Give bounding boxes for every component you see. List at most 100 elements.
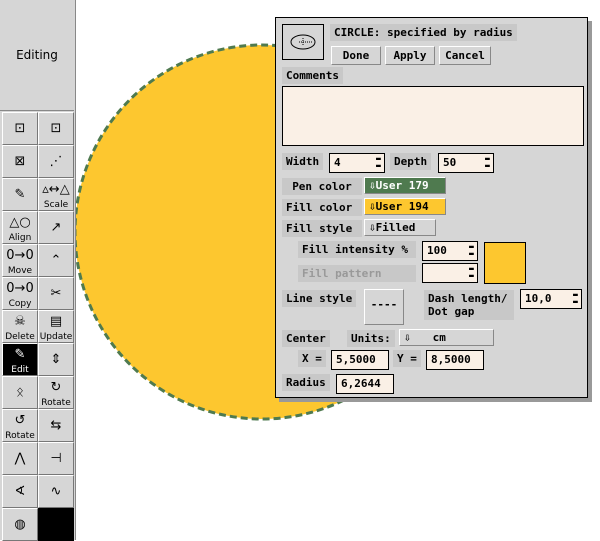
move-point-icon: ⌃ xyxy=(50,252,62,268)
tool-button-scale-icon[interactable]: ▵↔△ Scale xyxy=(38,178,74,211)
edit-circle-dialog: CIRCLE: specified by radius Done Apply C… xyxy=(275,17,588,398)
tool-button-align-icon[interactable]: △○ Align xyxy=(2,211,38,244)
tool-button-anglemeas-icon[interactable]: ∢ xyxy=(2,475,38,508)
cut-icon: ✂ xyxy=(50,285,62,301)
tool-button-broom-icon[interactable]: ✎ xyxy=(2,178,38,211)
units-value: cm xyxy=(432,331,446,344)
radius-input[interactable]: 6,2644 xyxy=(336,374,394,394)
scale-icon: ▵↔△ xyxy=(42,181,70,197)
center-x-input[interactable]: 5,5000 xyxy=(331,350,389,370)
tool-button-rotate-ccw-icon[interactable]: ↺ Rotate xyxy=(2,409,38,442)
cancel-button[interactable]: Cancel xyxy=(439,46,491,65)
line-style-label: Line style xyxy=(282,290,357,307)
tool-button-cut-icon[interactable]: ✂ xyxy=(38,277,74,310)
fill-pattern-input[interactable]: ▬ ▬ xyxy=(422,263,478,283)
down-arrow-icon: ⇩ xyxy=(369,200,376,213)
width-value: 4 xyxy=(334,156,341,169)
tool-button-scale-icon[interactable]: ⊠ xyxy=(2,145,38,178)
fill-style-value: Filled xyxy=(375,221,416,234)
copy-icon: 0→0 xyxy=(6,280,34,296)
dash-length-label: Dash length/Dot gap xyxy=(424,290,514,320)
tool-button-flip-icon[interactable]: ⇕ xyxy=(38,343,74,376)
rotate-ccw-icon: ↺ xyxy=(14,412,26,428)
x-label: X = xyxy=(298,350,326,367)
depth-input[interactable]: 50 ▬ ▬ xyxy=(438,153,494,173)
tool-label: Rotate xyxy=(5,431,35,441)
move-icon: 0→0 xyxy=(6,247,34,263)
down-arrow-icon: ⇩ xyxy=(369,221,376,234)
convert-icon: ⇆ xyxy=(50,417,62,433)
tool-button-areameas-icon[interactable]: ◍ xyxy=(2,508,38,541)
tool-label: Rotate xyxy=(41,398,71,408)
spinner-icon[interactable]: ▬ ▬ xyxy=(469,243,476,258)
tool-button-lenmeas-icon[interactable]: ∿ xyxy=(38,475,74,508)
depth-label: Depth xyxy=(390,153,432,170)
tool-label: Copy xyxy=(8,299,32,309)
tool-label: Align xyxy=(8,233,32,243)
tool-label: Move xyxy=(7,266,33,276)
select-group-icon: ⊡ xyxy=(14,120,26,136)
tool-button-empty xyxy=(38,508,74,541)
ungroup-icon: ⊡ xyxy=(50,120,62,136)
scale-icon: ⊠ xyxy=(14,153,26,169)
tool-label: Edit xyxy=(11,365,29,375)
comments-textarea[interactable] xyxy=(282,86,584,146)
fill-style-menu[interactable]: ⇩Filled xyxy=(364,219,436,236)
mode-panel: Editing ⊡ ⊡ ⊠ ⋰ ✎ ▵↔△ Scale △○ Align ↗ 0→0 Move ⌃ 0→0… xyxy=(0,0,76,541)
people-icon: ᛟ xyxy=(16,384,24,400)
dash-length-input[interactable]: 10,0 ▬ ▬ xyxy=(520,289,582,309)
flip-icon: ⇕ xyxy=(50,351,62,367)
tool-button-people-icon[interactable]: ᛟ xyxy=(2,376,38,409)
y-label: Y = xyxy=(393,350,421,367)
pen-color-menu[interactable]: ⇩User 179 xyxy=(364,177,446,194)
arrow-mode-icon: ⋀ xyxy=(14,450,26,466)
fill-intensity-value: 100 xyxy=(427,244,447,257)
point-move-icon: ⋰ xyxy=(49,153,63,169)
spinner-icon[interactable]: ▬ ▬ xyxy=(469,265,476,280)
units-label: Units: xyxy=(347,330,395,347)
dash-length-value: 10,0 xyxy=(525,292,552,305)
apply-button[interactable]: Apply xyxy=(385,46,435,65)
spinner-icon[interactable]: ▬ ▬ xyxy=(376,155,383,170)
pen-color-value: User 179 xyxy=(375,179,429,192)
tool-button-arrow-mode-icon[interactable]: ⋀ xyxy=(2,442,38,475)
tool-button-add-point-icon[interactable]: ↗ xyxy=(38,211,74,244)
tool-button-convert-icon[interactable]: ⇆ xyxy=(38,409,74,442)
tool-label: Update xyxy=(39,332,73,342)
tool-button-update-icon[interactable]: ▤ Update xyxy=(38,310,74,343)
tool-button-point-move-icon[interactable]: ⋰ xyxy=(38,145,74,178)
width-input[interactable]: 4 ▬ ▬ xyxy=(329,153,385,173)
dash-label-line1: Dash length/ xyxy=(428,292,508,305)
tool-button-move-point-icon[interactable]: ⌃ xyxy=(38,244,74,277)
units-menu[interactable]: ⇩ cm xyxy=(399,329,494,346)
fill-color-label: Fill color xyxy=(282,199,362,216)
spinner-icon[interactable]: ▬ ▬ xyxy=(485,155,492,170)
fill-color-menu[interactable]: ⇩User 194 xyxy=(364,198,446,215)
down-arrow-icon: ⇩ xyxy=(369,179,376,192)
done-button[interactable]: Done xyxy=(331,46,381,65)
tool-button-ungroup-icon[interactable]: ⊡ xyxy=(38,112,74,145)
center-label: Center xyxy=(282,330,330,347)
tool-button-edit-icon[interactable]: ✎ Edit xyxy=(2,343,38,376)
tool-button-select-group-icon[interactable]: ⊡ xyxy=(2,112,38,145)
down-arrow-icon: ⇩ xyxy=(404,331,411,344)
tool-label: Delete xyxy=(5,332,35,342)
edit-icon: ✎ xyxy=(14,346,26,362)
fill-color-value: User 194 xyxy=(375,200,429,213)
fill-intensity-input[interactable]: 100 ▬ ▬ xyxy=(422,241,478,261)
tool-button-move-icon[interactable]: 0→0 Move xyxy=(2,244,38,277)
radius-label: Radius xyxy=(282,374,330,391)
delete-skull-icon: ☠ xyxy=(14,313,26,329)
add-point-icon: ↗ xyxy=(50,219,62,235)
tool-button-rotate-cw-icon[interactable]: ↻ Rotate xyxy=(38,376,74,409)
tool-button-delete-skull-icon[interactable]: ☠ Delete xyxy=(2,310,38,343)
update-icon: ▤ xyxy=(49,313,63,329)
line-style-button[interactable]: ---- xyxy=(364,289,404,325)
tool-button-copy-icon[interactable]: 0→0 Copy xyxy=(2,277,38,310)
width-label: Width xyxy=(282,153,324,170)
spinner-icon[interactable]: ▬ ▬ xyxy=(573,291,580,306)
areameas-icon: ◍ xyxy=(14,516,26,532)
center-y-input[interactable]: 8,5000 xyxy=(426,350,484,370)
tool-button-tangent-icon[interactable]: ⊣ xyxy=(38,442,74,475)
mode-label: Editing xyxy=(0,0,74,111)
